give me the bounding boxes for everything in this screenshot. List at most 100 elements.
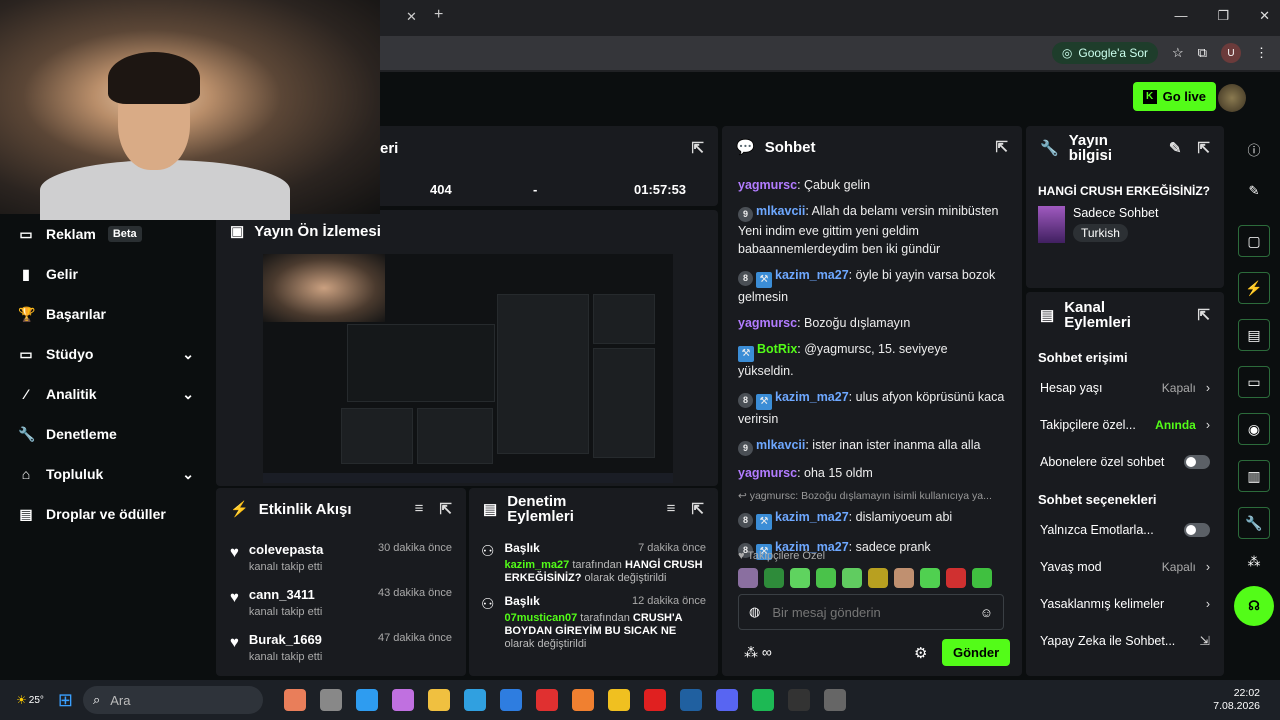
store-icon[interactable] [499,689,522,711]
close-window-icon[interactable]: ✕ [1259,8,1270,24]
youtube-icon[interactable] [643,689,666,711]
clock-time[interactable]: 22:02 [1213,687,1260,700]
emoji-icon[interactable]: ☺ [980,605,993,620]
toggle-switch[interactable] [1184,522,1210,537]
channel-setting-row[interactable]: Yalnızca Emotlarla... [1026,511,1224,548]
chevron-right-icon[interactable]: › [1206,381,1210,395]
emote-5-icon[interactable] [868,568,888,588]
file-manager-icon[interactable] [319,689,342,711]
chat-username[interactable]: yagmursc [738,178,797,192]
activity-name[interactable]: Burak_1669 [249,632,322,647]
broadcast-icon[interactable]: ◉ [1238,413,1270,445]
chat-username[interactable]: yagmursc [738,466,797,480]
windows-start-icon[interactable]: ⊞ [58,690,73,711]
terminal-icon[interactable] [787,689,810,711]
edge-icon[interactable] [463,689,486,711]
toggle-switch[interactable] [1184,454,1210,469]
chat-username[interactable]: yagmursc [738,316,797,330]
chat-username[interactable]: kazim_ma27 [775,268,849,282]
emote-8-icon[interactable] [946,568,966,588]
blender-icon[interactable] [571,689,594,711]
chat-tools-icon[interactable]: ⁂ ∞ [744,644,772,661]
bolt-icon[interactable]: ⚡ [1238,272,1270,304]
chrome-icon[interactable] [607,689,630,711]
emote-3-icon[interactable] [816,568,836,588]
screen-icon[interactable]: ▢ [1238,225,1270,257]
activity-name[interactable]: cann_3411 [249,587,322,602]
chevron-right-icon[interactable]: › [1206,560,1210,574]
moderation-user[interactable]: 07mustican07 [504,612,577,624]
chat-username[interactable]: kazim_ma27 [775,390,849,404]
channel-setting-row[interactable]: Yavaş mod Kapalı › [1026,548,1224,585]
channel-setting-row[interactable]: Takipçilere özel... Anında › [1026,406,1224,443]
chat-username[interactable]: mlkavcii [756,438,805,452]
popout-icon[interactable]: ⇱ [1197,139,1210,157]
profile-avatar[interactable]: U [1221,43,1241,63]
emote-0-icon[interactable] [738,568,758,588]
chevron-down-icon[interactable]: ⌄ [182,386,194,403]
chat-input[interactable] [772,604,968,620]
emote-4-icon[interactable] [842,568,862,588]
moderation-user[interactable]: kazim_ma27 [504,559,569,571]
menu-icon[interactable]: ⋮ [1255,45,1268,61]
close-tab-icon[interactable]: ✕ [406,9,417,25]
chat-username[interactable]: mlkavcii [756,204,805,218]
filter-icon[interactable]: ≡ [667,500,676,518]
sidebar-item-1[interactable]: ▮ Gelir [0,254,216,294]
sidebar-item-5[interactable]: 🔧 Denetleme [0,414,216,454]
pencil-icon[interactable]: ✎ [1228,183,1280,199]
new-tab-icon[interactable]: + [434,6,443,24]
sidebar-item-4[interactable]: ⁄ Analitik ⌄ [0,374,216,414]
channel-setting-row[interactable]: Yapay Zeka ile Sohbet... ⇲ [1026,622,1224,659]
emote-1-icon[interactable] [764,568,784,588]
chevron-right-icon[interactable]: › [1206,597,1210,611]
sidebar-item-3[interactable]: ▭ Stüdyo ⌄ [0,334,216,374]
apps-icon[interactable]: ⁂ [1228,554,1280,570]
help-icon[interactable] [355,689,378,711]
stream-preview-video[interactable] [263,254,673,483]
popout-icon[interactable]: ⇱ [691,500,704,518]
user-avatar[interactable] [1218,84,1246,112]
emote-2-icon[interactable] [790,568,810,588]
emote-6-icon[interactable] [894,568,914,588]
support-headset-icon[interactable]: ☊ [1234,586,1274,626]
layout-icon[interactable]: ▥ [1238,460,1270,492]
sidebar-item-7[interactable]: ▤ Droplar ve ödüller [0,494,216,534]
obs-icon[interactable] [823,689,846,711]
channel-setting-row[interactable]: Hesap yaşı Kapalı › [1026,369,1224,406]
external-link-icon[interactable]: ⇲ [1200,633,1210,648]
sidebar-item-6[interactable]: ⌂ Topluluk ⌄ [0,454,216,494]
extensions-icon[interactable]: ⧉ [1198,45,1207,61]
edit-icon[interactable]: ✎ [1169,139,1182,157]
document-icon[interactable]: ▤ [1238,319,1270,351]
channel-setting-row[interactable]: Abonelere özel sohbet [1026,443,1224,480]
clock-date[interactable]: 7.08.2026 [1213,700,1260,713]
popout-icon[interactable]: ⇱ [995,138,1008,156]
star-icon[interactable]: ☆ [1172,45,1184,61]
ai-icon[interactable] [283,689,306,711]
steam-icon[interactable] [679,689,702,711]
popout-icon[interactable]: ⇱ [439,500,452,518]
minimize-icon[interactable]: — [1174,8,1187,24]
chevron-down-icon[interactable]: ⌄ [182,466,194,483]
discord-icon[interactable] [715,689,738,711]
wrench-icon[interactable]: 🔧 [1238,507,1270,539]
filter-icon[interactable]: ≡ [415,500,424,518]
copilot-icon[interactable] [391,689,414,711]
chat-username[interactable]: kazim_ma27 [775,510,849,524]
popout-icon[interactable]: ⇱ [1197,306,1210,324]
chat-username[interactable]: BotRix [757,342,797,356]
weather-icon[interactable]: ☀ [16,693,27,707]
sidebar-item-2[interactable]: 🏆 Başarılar [0,294,216,334]
popout-icon[interactable]: ⇱ [691,139,704,157]
chat-bubble-icon[interactable]: ▭ [1238,366,1270,398]
settings-icon[interactable]: ⚙ [914,644,927,662]
channel-setting-row[interactable]: Yasaklanmış kelimeler › [1026,585,1224,622]
git-icon[interactable] [535,689,558,711]
sidebar-item-0[interactable]: ▭ Reklam Beta [0,214,216,254]
maximize-icon[interactable]: ❐ [1217,8,1229,24]
send-button[interactable]: Gönder [942,639,1011,666]
info-icon[interactable]: ⓘ [1228,140,1280,159]
emote-7-icon[interactable] [920,568,940,588]
spotify-icon[interactable] [751,689,774,711]
